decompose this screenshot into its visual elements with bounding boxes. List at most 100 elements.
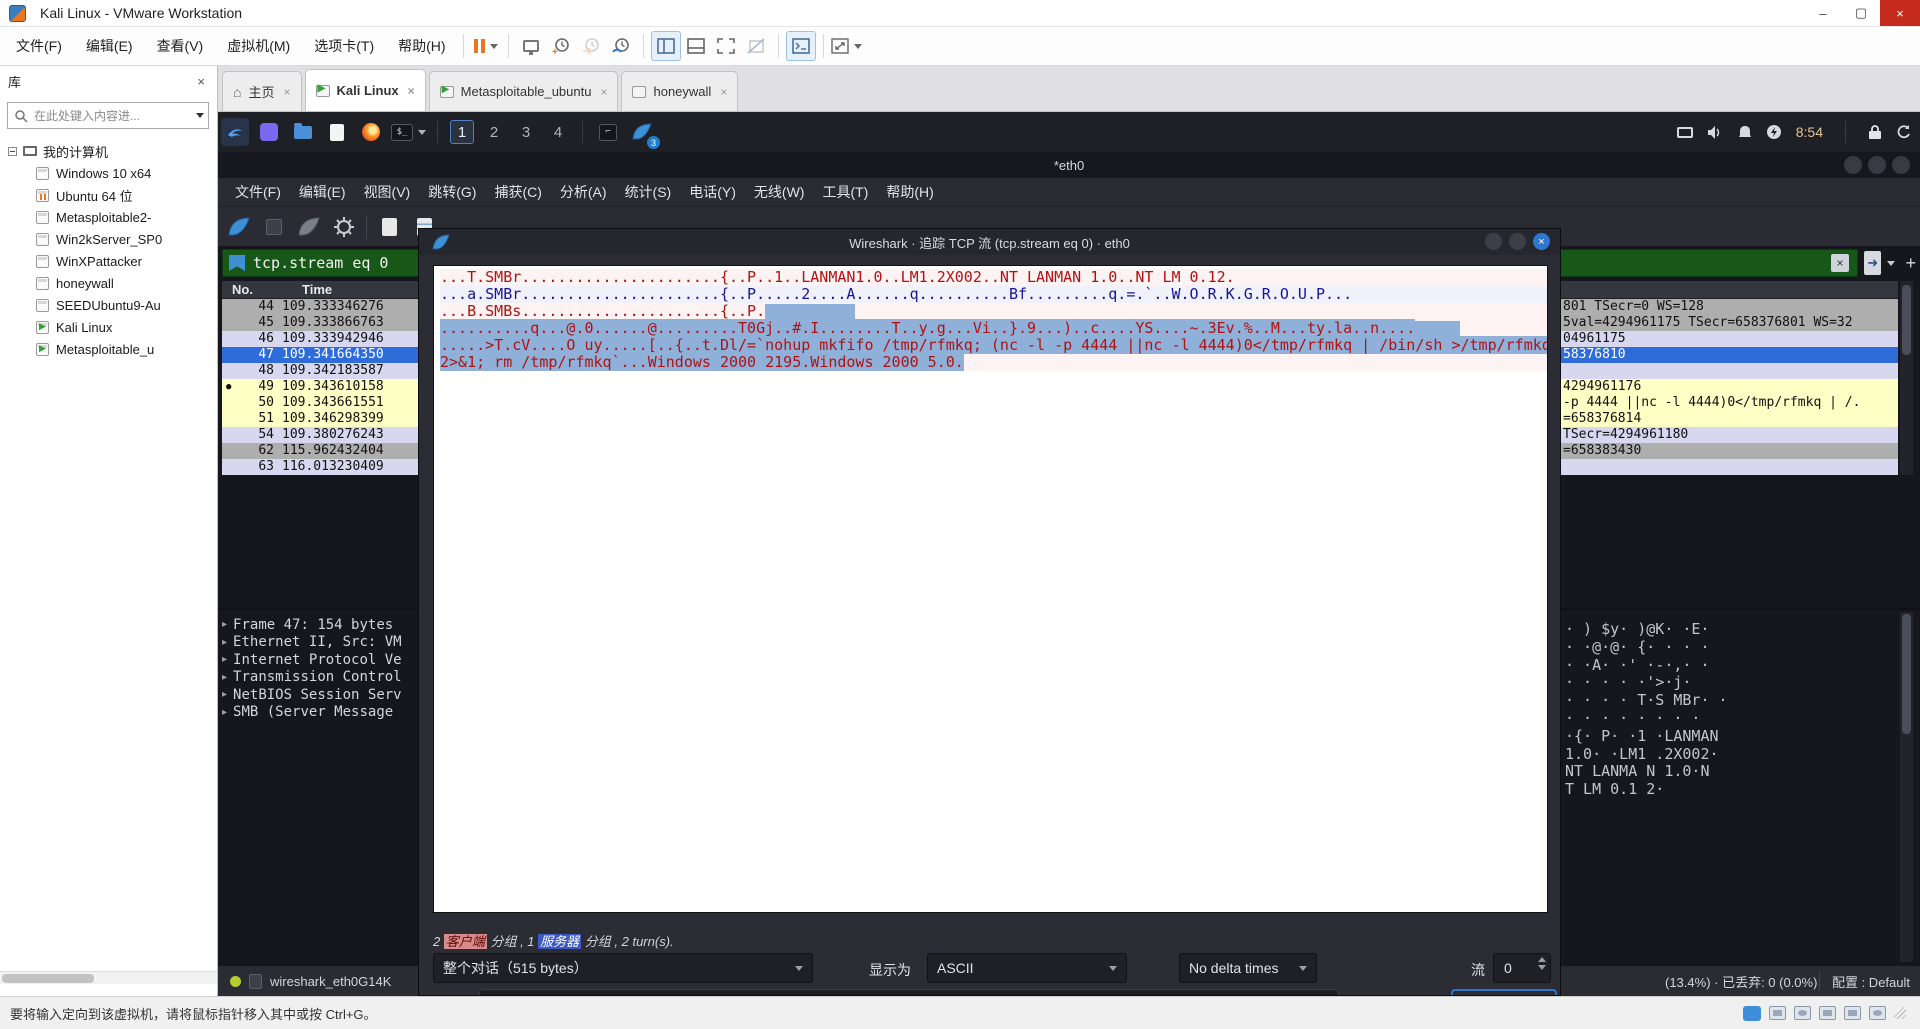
- packet-row-info[interactable]: =658383430: [1561, 443, 1898, 459]
- collapse-icon[interactable]: [8, 146, 17, 156]
- revert-snapshot-button[interactable]: [576, 31, 606, 61]
- vmware-menu-item[interactable]: 选项卡(T): [304, 32, 384, 60]
- packet-row-info[interactable]: [1561, 459, 1898, 475]
- sidebar-item-ubuntu-64-位[interactable]: Ubuntu 64 位: [0, 184, 217, 206]
- snapshot-manager-button[interactable]: [606, 31, 636, 61]
- maximize-icon[interactable]: [1868, 156, 1886, 174]
- show-library-toggle[interactable]: [650, 31, 681, 61]
- maximize-button[interactable]: ▢: [1842, 0, 1880, 26]
- vmware-menu-item[interactable]: 文件(F): [6, 32, 72, 60]
- packet-list-scrollbar[interactable]: [1900, 281, 1913, 475]
- workspace-3[interactable]: 3: [514, 120, 538, 144]
- folder-button[interactable]: [289, 118, 317, 146]
- take-snapshot-button[interactable]: +: [546, 31, 576, 61]
- wireshark-menu-item[interactable]: 电话(Y): [680, 179, 745, 205]
- delta-times-select[interactable]: No delta times: [1179, 953, 1317, 983]
- packet-detail-row[interactable]: ▸ Frame 47: 154 bytes: [222, 616, 418, 634]
- packet-row[interactable]: 44 109.333346276: [222, 299, 418, 315]
- vmware-menu-item[interactable]: 查看(V): [147, 32, 214, 60]
- hdd-icon[interactable]: [1769, 1006, 1786, 1020]
- packet-detail-row[interactable]: ▸ SMB (Server Message: [222, 704, 418, 722]
- volume-icon[interactable]: [1707, 125, 1724, 140]
- files-app-button[interactable]: [255, 118, 283, 146]
- packet-row-info[interactable]: 04961175: [1561, 331, 1898, 347]
- usb-icon[interactable]: [1844, 1006, 1861, 1020]
- wireshark-menu-item[interactable]: 捕获(C): [485, 179, 550, 205]
- resize-grip[interactable]: [1894, 1007, 1906, 1019]
- packet-row-info[interactable]: TSecr=4294961180: [1561, 427, 1898, 443]
- packet-row[interactable]: 45 109.333866763: [222, 315, 418, 331]
- search-dropdown-icon[interactable]: [196, 113, 204, 118]
- vmware-menu-item[interactable]: 帮助(H): [388, 32, 455, 60]
- workspace-2[interactable]: 2: [482, 120, 506, 144]
- column-time[interactable]: Time: [302, 282, 332, 297]
- sidebar-item-kali-linux[interactable]: Kali Linux: [0, 316, 217, 338]
- show-as-select[interactable]: ASCII: [927, 953, 1127, 983]
- capture-options-button[interactable]: [331, 214, 357, 240]
- packet-detail-row[interactable]: ▸ NetBIOS Session Serv: [222, 686, 418, 704]
- close-icon[interactable]: ×: [197, 74, 205, 89]
- bytes-pane-scrollbar[interactable]: [1900, 612, 1913, 962]
- vm-tab[interactable]: honeywall ×: [621, 71, 739, 111]
- clock[interactable]: 8:54: [1796, 124, 1823, 140]
- chevron-down-icon[interactable]: [418, 129, 426, 135]
- scrollbar-thumb[interactable]: [2, 974, 94, 983]
- display-icon[interactable]: [1676, 126, 1693, 138]
- wireshark-menu-item[interactable]: 统计(S): [616, 179, 681, 205]
- close-button[interactable]: ×: [1880, 0, 1920, 26]
- message-icon[interactable]: [1743, 1005, 1761, 1021]
- packet-detail-row[interactable]: ▸ Transmission Control: [222, 669, 418, 687]
- column-no[interactable]: No.: [232, 282, 253, 297]
- show-thumbnail-bar-toggle[interactable]: [681, 31, 711, 61]
- packet-row-info[interactable]: 801 TSecr=0 WS=128: [1561, 299, 1898, 315]
- stream-number-spinner[interactable]: 0: [1493, 953, 1551, 983]
- packet-row[interactable]: 63 116.013230409: [222, 459, 418, 475]
- add-filter-button[interactable]: +: [1905, 253, 1916, 274]
- bell-icon[interactable]: [1738, 125, 1752, 140]
- sidebar-item-win2kserver_sp0[interactable]: Win2kServer_SP0: [0, 228, 217, 250]
- vm-tab[interactable]: ▶ Kali Linux ×: [304, 69, 426, 111]
- power-manager-icon[interactable]: [1766, 124, 1782, 140]
- packet-row[interactable]: 47 109.341664350: [222, 347, 418, 363]
- wireshark-menu-item[interactable]: 跳转(G): [419, 179, 485, 205]
- wireshark-taskbar-button[interactable]: 3: [628, 118, 660, 149]
- close-icon[interactable]: ×: [600, 85, 607, 99]
- minimize-icon[interactable]: [1844, 156, 1862, 174]
- wireshark-menu-item[interactable]: 分析(A): [551, 179, 616, 205]
- packet-row-info[interactable]: [1561, 363, 1898, 379]
- minimize-button[interactable]: –: [1804, 0, 1842, 26]
- library-search-input[interactable]: 在此处键入内容进...: [7, 102, 209, 129]
- sidebar-item-windows-10-x64[interactable]: Windows 10 x64: [0, 162, 217, 184]
- packet-row-info[interactable]: 5val=4294961175 TSecr=658376801 WS=32: [1561, 315, 1898, 331]
- sidebar-item-seedubuntu9-au[interactable]: SEEDUbuntu9-Au: [0, 294, 217, 316]
- scrollbar-thumb[interactable]: [1902, 614, 1911, 734]
- maximize-icon[interactable]: [1509, 233, 1526, 250]
- vm-tab[interactable]: ⌂ 主页 ×: [222, 71, 302, 111]
- network-adapter-icon[interactable]: [1819, 1006, 1836, 1020]
- close-icon[interactable]: ×: [408, 84, 415, 98]
- profile-label[interactable]: 配置 : Default: [1818, 971, 1910, 991]
- expand-arrow-icon[interactable]: ▸: [222, 619, 227, 630]
- filter-dropdown-icon[interactable]: [1887, 260, 1896, 266]
- wireshark-menu-item[interactable]: 无线(W): [745, 179, 814, 205]
- expand-arrow-icon[interactable]: ▸: [222, 689, 227, 700]
- text-editor-button[interactable]: [323, 118, 351, 146]
- wireshark-menu-item[interactable]: 编辑(E): [290, 179, 355, 205]
- packet-row[interactable]: 51 109.346298399: [222, 411, 418, 427]
- scrollbar-thumb[interactable]: [1902, 285, 1911, 355]
- dialog-titlebar[interactable]: Wireshark · 追踪 TCP 流 (tcp.stream eq 0) ·…: [419, 229, 1560, 255]
- console-view-toggle[interactable]: [785, 31, 816, 61]
- packet-row-info[interactable]: =658376814: [1561, 411, 1898, 427]
- stop-capture-button[interactable]: [261, 214, 287, 240]
- expand-arrow-icon[interactable]: ▸: [222, 672, 227, 683]
- packet-row[interactable]: 62 115.962432404: [222, 443, 418, 459]
- close-icon[interactable]: ×: [1533, 233, 1550, 250]
- terminal-button[interactable]: $_: [391, 118, 426, 146]
- chevron-down-icon[interactable]: [489, 43, 498, 49]
- stream-content[interactable]: ...T.SMBr......................{..P..1..…: [433, 265, 1548, 913]
- wireshark-titlebar[interactable]: *eth0: [218, 152, 1920, 178]
- expand-arrow-icon[interactable]: ▸: [222, 707, 227, 718]
- packet-detail-row[interactable]: ▸ Ethernet II, Src: VM: [222, 634, 418, 652]
- tree-root-my-computer[interactable]: 我的计算机: [0, 140, 217, 162]
- find-next-button[interactable]: [1451, 989, 1557, 995]
